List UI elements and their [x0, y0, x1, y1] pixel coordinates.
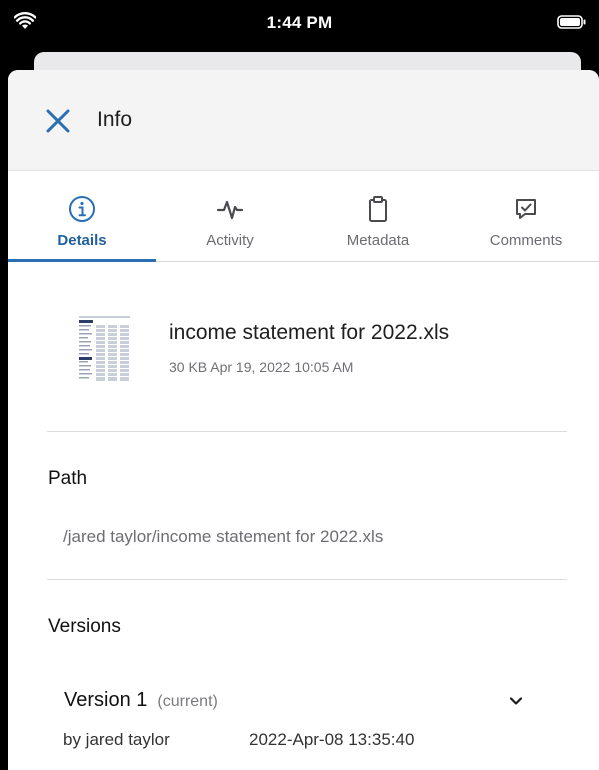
status-bar: 1:44 PM [0, 0, 599, 48]
battery-icon [557, 15, 586, 29]
tab-activity[interactable]: Activity [156, 170, 304, 261]
tab-comments-label: Comments [489, 232, 563, 249]
clipboard-icon [369, 196, 387, 222]
versions-section-title: Versions [48, 616, 121, 637]
version-author: by jared taylor [63, 730, 170, 749]
active-tab-indicator [8, 259, 156, 262]
file-meta: 30 KB Apr 19, 2022 10:05 AM [169, 359, 354, 375]
tab-activity-label: Activity [206, 232, 254, 249]
sheet-header: Info [8, 70, 599, 171]
status-time: 1:44 PM [266, 13, 333, 32]
tab-metadata[interactable]: Metadata [304, 170, 452, 261]
tab-bar: Details Activity Metadata Comments [8, 170, 599, 262]
comment-icon [516, 199, 536, 219]
file-path: /jared taylor/income statement for 2022.… [63, 527, 384, 546]
page-title: Info [97, 108, 133, 131]
close-icon[interactable] [44, 107, 72, 135]
info-sheet: Info Details Activity Metadata Comments … [8, 70, 599, 770]
divider [47, 431, 567, 432]
info-icon [69, 196, 95, 222]
tab-metadata-label: Metadata [346, 232, 410, 249]
divider [47, 579, 567, 580]
tab-details[interactable]: Details [8, 170, 156, 262]
version-current-tag: (current) [157, 693, 218, 710]
chevron-down-icon[interactable] [507, 692, 525, 710]
file-name: income statement for 2022.xls [169, 321, 450, 344]
tab-comments[interactable]: Comments [452, 170, 599, 261]
spreadsheet-thumbnail[interactable] [75, 313, 134, 386]
version-name: Version 1 [64, 689, 148, 711]
activity-icon [216, 200, 244, 220]
tab-details-label: Details [57, 232, 107, 249]
path-section-title: Path [48, 468, 88, 489]
version-item-title[interactable]: Version 1 (current) [64, 689, 218, 712]
version-date: 2022-Apr-08 13:35:40 [249, 730, 415, 749]
